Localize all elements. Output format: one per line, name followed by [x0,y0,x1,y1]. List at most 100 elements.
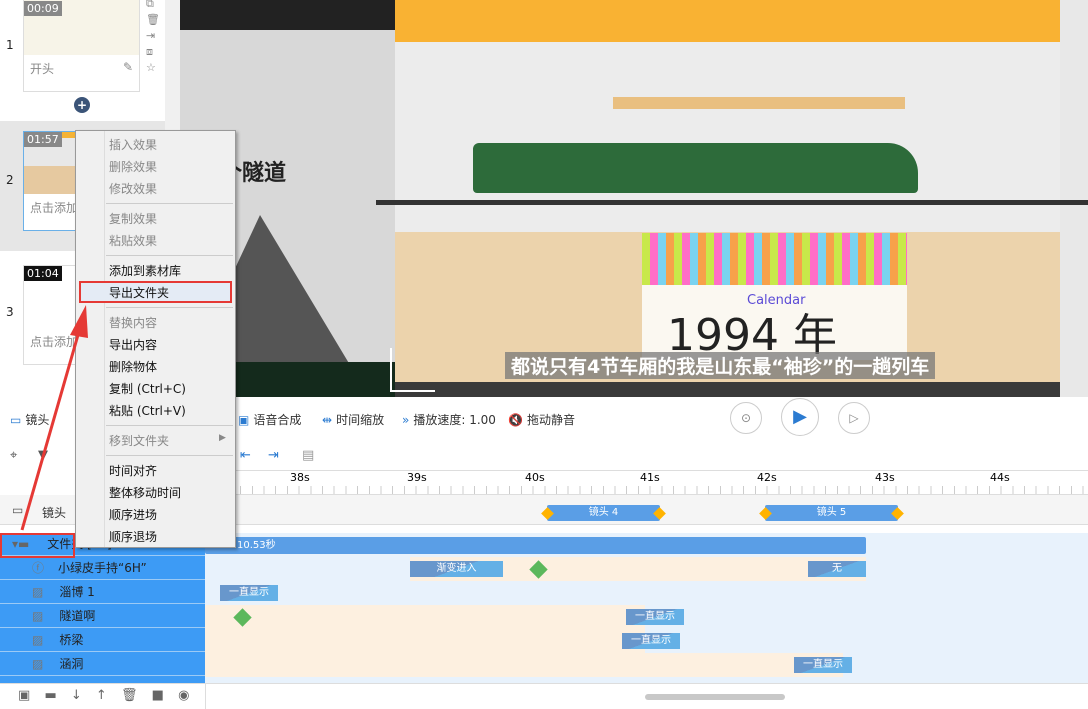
menu-export-content[interactable]: 导出内容 [109,336,157,353]
import-icon[interactable]: ▣ [18,688,30,703]
track-name: 涵洞 [59,657,83,671]
menu-time-align[interactable]: 时间对齐 [109,462,157,479]
ruler-tick: 42s [757,471,777,484]
menu-sequential-exit[interactable]: 顺序退场 [109,528,157,545]
enter-effect[interactable]: 渐变进入 [410,561,503,577]
next-frame-button[interactable]: ▷ [838,402,870,434]
menu-paste-effect[interactable]: 粘贴效果 [109,232,157,249]
menu-copy[interactable]: 复制 (Ctrl+C) [109,380,186,397]
filter-icon[interactable]: ▼ [38,443,48,469]
menu-export-folder[interactable]: 导出文件夹 [109,284,169,301]
scene-number: 3 [6,305,14,319]
delete-icon[interactable]: 🗑 [121,688,138,703]
notes-icon[interactable]: ▤ [302,443,314,469]
lock-icon[interactable]: ■ [152,688,164,703]
folder-duration-bar[interactable]: 10.53秒 [205,537,866,554]
time-scale-label: 时间缩放 [336,413,384,427]
align-left-icon[interactable]: ⇤ [240,443,251,469]
folder-icon[interactable]: ▬ [44,688,56,703]
display-effect[interactable]: 一直显示 [626,609,684,625]
track-name: 隧道啊 [59,609,95,623]
display-effect[interactable]: 一直显示 [220,585,278,601]
image-icon: ▨ [32,609,43,623]
calendar-stripes [642,233,907,285]
target-icon[interactable]: ⌖ [10,443,17,469]
visibility-icon[interactable]: ◉ [178,688,189,703]
drag-mute-button[interactable]: 🔇 拖动静音 [508,411,575,428]
tts-button[interactable]: ▣ 语音合成 [238,411,301,428]
ruler-tick: 41s [640,471,660,484]
menu-copy-effect[interactable]: 复制效果 [109,210,157,227]
play-button[interactable]: ▶ [781,398,819,436]
menu-modify-effect[interactable]: 修改效果 [109,180,157,197]
scene-1[interactable]: 1 00:09 开头✎ ⧉🗑⇥⧈☆ + [0,0,165,118]
flash-icon: ⓕ [32,561,44,575]
rail [376,200,1088,205]
subtitle-text: 都说只有4节车厢的我是山东最“袖珍”的一趟列车 [505,352,935,379]
move-down-icon[interactable]: ↓ [71,688,82,703]
timeline-scrollbar[interactable] [645,694,785,700]
lens-track-label: 镜头 [42,504,66,521]
menu-paste[interactable]: 粘贴 (Ctrl+V) [109,402,186,419]
track-row[interactable]: ▨ 涵洞 [0,653,205,676]
align-right-icon[interactable]: ⇥ [268,443,279,469]
star-icon[interactable]: ☆ [146,60,160,76]
scene-duration: 01:57 [24,132,62,147]
ruler-tick: 38s [290,471,310,484]
delete-icon[interactable]: 🗑 [146,12,160,28]
track-name: 小绿皮手持“6H” [58,561,147,575]
track-row[interactable]: ▨ 隧道啊 [0,605,205,628]
menu-delete-effect[interactable]: 删除效果 [109,158,157,175]
speed-button[interactable]: » 播放速度: 1.00 [402,411,496,428]
scene-actions: ⧉🗑⇥⧈☆ [146,0,160,76]
scene-caption: 开头 [30,62,54,76]
menu-move-all-time[interactable]: 整体移动时间 [109,484,181,501]
ruler-tick: 39s [407,471,427,484]
speed-icon: » [402,413,409,427]
edit-icon[interactable]: ✎ [123,60,133,74]
image-icon: ▨ [32,657,43,671]
time-scale-button[interactable]: ⇹ 时间缩放 [322,411,384,428]
tts-label: 语音合成 [253,413,301,427]
speed-label: 播放速度: 1.00 [413,413,496,427]
context-menu: 插入效果 删除效果 修改效果 复制效果 粘贴效果 添加到素材库 导出文件夹 替换… [75,130,236,548]
menu-move-to-folder[interactable]: 移到文件夹 [109,432,169,449]
track-row[interactable]: ▨桥梁 [0,629,205,652]
export-icon[interactable]: ⇥ [146,28,160,44]
menu-sequential-enter[interactable]: 顺序进场 [109,506,157,523]
copy-icon[interactable]: ⧉ [146,0,160,12]
mute-icon: 🔇 [508,413,523,427]
exit-effect[interactable]: 无 [808,561,866,577]
drag-mute-label: 拖动静音 [527,413,575,427]
add-scene-icon[interactable]: + [74,97,90,113]
duplicate-icon[interactable]: ⧈ [146,44,160,60]
move-up-icon[interactable]: ↑ [96,688,107,703]
preview-zoom-button[interactable]: ⊙ [730,402,762,434]
menu-delete-object[interactable]: 删除物体 [109,358,157,375]
display-effect[interactable]: 一直显示 [622,633,680,649]
menu-replace-content[interactable]: 替换内容 [109,314,157,331]
preview-canvas[interactable]: 个隧道 Calendar 1994 年 都说只有4节车厢的我是山东最“袖珍”的一… [180,0,1088,397]
track-name: 桥梁 [59,633,83,647]
display-effect[interactable]: 一直显示 [794,657,852,673]
submenu-arrow-icon: ▶ [219,433,226,443]
lens-clip[interactable]: 镜头 4 [547,505,660,521]
time-ruler[interactable]: 38s 39s 40s 41s 42s 43s 44s [205,470,1088,495]
image-icon: ▨ [32,585,43,599]
track-row[interactable]: ⓕ 小绿皮手持“6H” [0,557,205,580]
scene-duration: 00:09 [24,1,62,16]
train [473,143,918,193]
track-name: 淄博 1 [59,585,94,599]
track-timeline[interactable]: 10.53秒 渐变进入 无 一直显示 一直显示 一直显示 一直显示 [205,533,1088,683]
scene-thumbnail[interactable]: 00:09 开头 ✎ [23,0,140,92]
menu-add-to-library[interactable]: 添加到素材库 [109,262,181,279]
ruler-graphic [395,0,1060,42]
time-scale-icon: ⇹ [322,413,332,427]
speech-icon: ▣ [238,413,249,427]
lens-button[interactable]: ▭镜头 [10,411,49,428]
menu-insert-effect[interactable]: 插入效果 [109,136,157,153]
bottom-toolbar: ▣ ▬ ↓ ↑ 🗑 ■ ◉ [0,683,1088,708]
ruler-tick: 44s [990,471,1010,484]
track-row[interactable]: ▨ 淄博 1 [0,581,205,604]
lens-clip[interactable]: 镜头 5 [765,505,898,521]
